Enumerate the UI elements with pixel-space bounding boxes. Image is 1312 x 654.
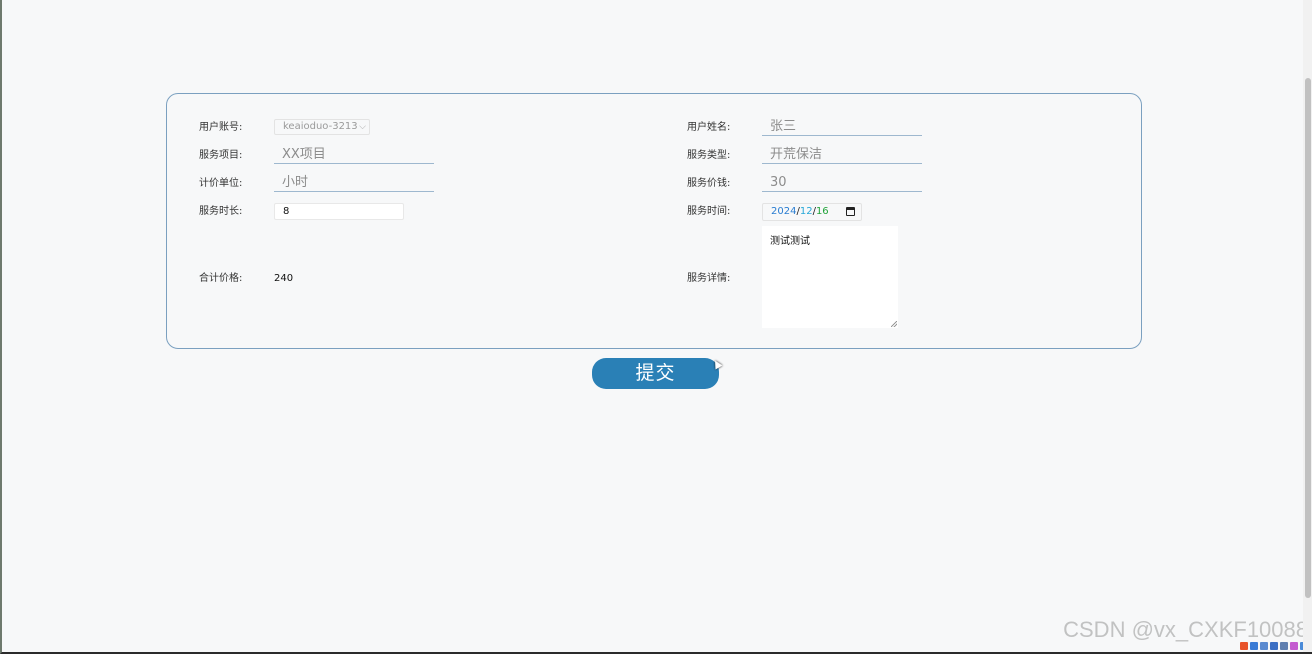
chevron-down-icon: ⌵ xyxy=(359,122,366,132)
details-value: 测试测试 xyxy=(770,236,810,247)
ime-logo-icon[interactable] xyxy=(1240,642,1248,650)
total-price-label: 合计价格: xyxy=(199,273,243,284)
service-type-placeholder: 开荒保洁 xyxy=(770,147,823,162)
ime-lang-icon[interactable] xyxy=(1250,642,1258,650)
duration-input[interactable]: 8 xyxy=(274,203,404,220)
service-type-input[interactable]: 开荒保洁 xyxy=(762,146,922,164)
resize-grip-icon[interactable] xyxy=(891,321,897,327)
service-time-label: 服务时间: xyxy=(687,206,731,217)
date-year[interactable]: 2024 xyxy=(771,206,796,217)
date-month[interactable]: 12 xyxy=(800,206,813,217)
price-label: 服务价钱: xyxy=(687,178,731,189)
service-item-label: 服务项目: xyxy=(199,150,243,161)
service-type-label: 服务类型: xyxy=(687,150,731,161)
user-name-input[interactable]: 张三 xyxy=(762,118,922,136)
unit-label: 计价单位: xyxy=(199,178,243,189)
ime-skin-icon[interactable] xyxy=(1290,642,1298,650)
service-item-placeholder: XX项目 xyxy=(282,147,326,162)
calendar-icon[interactable] xyxy=(846,207,855,216)
user-account-label: 用户账号: xyxy=(199,122,243,133)
user-account-value: keaioduo-3213 xyxy=(283,121,358,132)
ime-keyboard-icon[interactable] xyxy=(1280,642,1288,650)
ime-mic-icon[interactable] xyxy=(1270,642,1278,650)
service-time-date-input[interactable]: 2024/12/16 xyxy=(762,203,862,221)
duration-label: 服务时长: xyxy=(199,206,243,217)
ime-toolbar xyxy=(1240,640,1308,652)
ime-punct-icon[interactable] xyxy=(1260,642,1268,650)
service-item-input[interactable]: XX项目 xyxy=(274,146,434,164)
page: 用户账号: keaioduo-3213 ⌵ 服务项目: XX项目 计价单位: 小… xyxy=(0,0,1312,654)
duration-value: 8 xyxy=(283,206,290,217)
unit-placeholder: 小时 xyxy=(282,175,309,190)
total-price-value: 240 xyxy=(274,273,294,284)
user-account-select[interactable]: keaioduo-3213 ⌵ xyxy=(274,119,370,135)
submit-button[interactable]: 提交 xyxy=(592,358,719,389)
price-placeholder: 30 xyxy=(770,175,787,190)
scrollbar-thumb[interactable] xyxy=(1305,78,1311,598)
details-textarea[interactable]: 测试测试 xyxy=(762,226,898,328)
vertical-scrollbar[interactable] xyxy=(1303,0,1312,652)
details-label: 服务详情: xyxy=(687,273,731,284)
price-input[interactable]: 30 xyxy=(762,174,922,192)
user-name-label: 用户姓名: xyxy=(687,122,731,133)
user-name-placeholder: 张三 xyxy=(770,119,797,134)
unit-input[interactable]: 小时 xyxy=(274,174,434,192)
order-form-card: 用户账号: keaioduo-3213 ⌵ 服务项目: XX项目 计价单位: 小… xyxy=(166,93,1142,349)
date-day[interactable]: 16 xyxy=(816,206,829,217)
